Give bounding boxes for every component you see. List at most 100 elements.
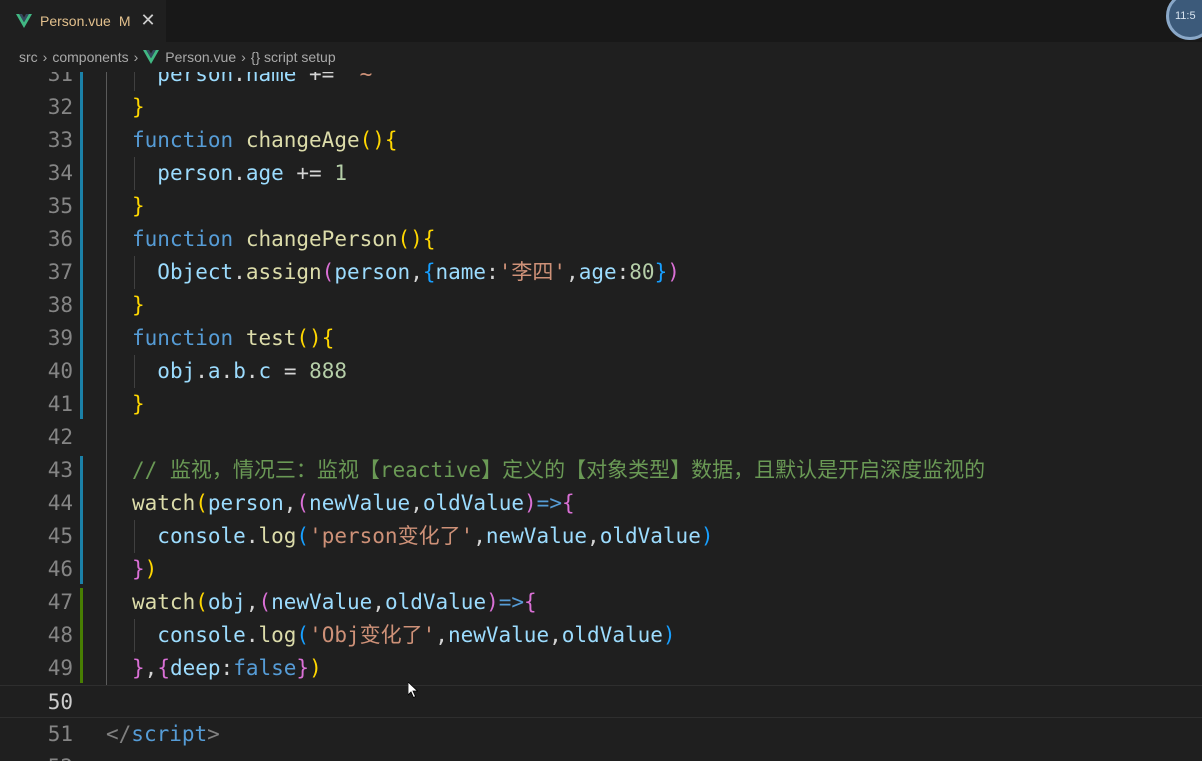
code-token: person (334, 260, 411, 284)
code-token: log (258, 524, 297, 548)
code-token: b (233, 359, 246, 383)
tab-person-vue[interactable]: Person.vue M ✕ (0, 0, 166, 42)
code-token: changePerson (245, 227, 398, 251)
code-token: c (258, 359, 272, 383)
code-token: oldValue (561, 623, 663, 647)
code-token: . (245, 359, 259, 383)
code-token: () (296, 326, 322, 350)
code-line[interactable]: 51 </script> (0, 718, 1202, 751)
code-text: obj.a.b.c = 888 (132, 355, 347, 388)
code-token: changeAge (245, 128, 360, 152)
code-line[interactable]: 49},{deep:false}) (0, 652, 1202, 685)
code-token: , (566, 260, 579, 284)
code-token: { (321, 326, 335, 350)
code-line[interactable]: 41} (0, 388, 1202, 421)
git-change-indicator[interactable] (80, 456, 83, 584)
code-token: ) (667, 260, 680, 284)
git-change-indicator[interactable] (80, 588, 83, 683)
code-token: : (220, 656, 234, 680)
code-token: watch (132, 491, 196, 515)
vue-icon (143, 50, 160, 64)
code-line[interactable]: 46}) (0, 553, 1202, 586)
code-token: , (587, 524, 600, 548)
code-line[interactable]: 34 person.age += 1 (0, 157, 1202, 190)
line-number: 32 (47, 95, 73, 119)
breadcrumb-components[interactable]: components (52, 49, 128, 65)
line-number: 45 (47, 524, 73, 548)
code-token: } (654, 260, 668, 284)
git-change-indicator[interactable] (80, 72, 83, 419)
code-token: ) (524, 491, 537, 515)
code-token: ( (321, 260, 335, 284)
code-token: person (157, 161, 234, 185)
code-line[interactable]: 40 obj.a.b.c = 888 (0, 355, 1202, 388)
avatar: 11:5 (1166, 0, 1202, 40)
code-token: deep (169, 656, 221, 680)
indent-guide (106, 72, 107, 685)
code-line[interactable]: 44 watch(person,(newValue,oldValue)=>{ (0, 487, 1202, 520)
line-number: 51 (47, 722, 73, 746)
code-editor[interactable]: 31 person.name += '~' 32} 33 function chang… (0, 72, 1202, 761)
code-text: function changeAge(){ (132, 124, 398, 157)
code-token: function (132, 227, 234, 251)
code-token: , (410, 260, 423, 284)
code-token: function (132, 326, 234, 350)
code-token: . (220, 359, 234, 383)
code-token: script (131, 722, 208, 746)
code-token: : (486, 260, 499, 284)
code-line[interactable]: 47 watch(obj,(newValue,oldValue)=>{ (0, 586, 1202, 619)
code-token: name (435, 260, 487, 284)
code-line[interactable]: 31 person.name += '~' (0, 72, 1202, 91)
code-token: 'Obj变化了' (309, 623, 436, 647)
code-token: } (132, 557, 145, 581)
code-token: , (410, 491, 423, 515)
code-token: . (245, 623, 259, 647)
breadcrumb-symbol[interactable]: {} script setup (251, 49, 336, 65)
code-line[interactable]: 38} (0, 289, 1202, 322)
code-line[interactable]: 37 Object.assign(person,{name:'李四',age:8… (0, 256, 1202, 289)
line-number: 37 (47, 260, 73, 284)
code-line[interactable]: 48 console.log('Obj变化了',newValue,oldValu… (0, 619, 1202, 652)
code-token: newValue (447, 623, 550, 647)
code-token: 80 (629, 260, 655, 284)
chevron-right-icon: › (42, 49, 48, 65)
code-token: ) (486, 590, 499, 614)
code-line[interactable]: 43 // 监视，情况三：监视【reactive】定义的【对象类型】数据，且默认是… (0, 454, 1202, 487)
close-icon[interactable]: ✕ (141, 12, 156, 30)
code-line[interactable]: 42 (0, 421, 1202, 454)
code-text: console.log('Obj变化了',newValue,oldValue) (132, 619, 675, 652)
code-token: , (144, 656, 158, 680)
chevron-right-icon: › (133, 49, 139, 65)
code-token: . (195, 359, 208, 383)
code-token: > (207, 722, 220, 746)
code-token: oldValue (599, 524, 701, 548)
code-token: newValue (309, 491, 411, 515)
line-number: 38 (47, 293, 73, 317)
code-token: Object (157, 260, 234, 284)
code-token: } (132, 656, 145, 680)
breadcrumb-file[interactable]: Person.vue (165, 49, 236, 65)
code-token: += (296, 72, 347, 86)
code-token: oldValue (384, 590, 487, 614)
code-token: => (536, 491, 562, 515)
code-line[interactable]: 45 console.log('person变化了',newValue,oldV… (0, 520, 1202, 553)
code-line[interactable]: 32} (0, 91, 1202, 124)
code-line[interactable]: 33 function changeAge(){ (0, 124, 1202, 157)
code-token: . (233, 72, 246, 86)
code-line[interactable]: 36 function changePerson(){ (0, 223, 1202, 256)
indent-guide (134, 157, 135, 190)
code-token: log (258, 623, 297, 647)
line-number: 48 (47, 623, 73, 647)
code-line[interactable]: 52 (0, 751, 1202, 761)
breadcrumb-src[interactable]: src (19, 49, 38, 65)
code-token: { (524, 590, 537, 614)
code-token: , (245, 590, 259, 614)
code-token: '李四' (498, 260, 567, 284)
code-token: , (372, 590, 385, 614)
code-token: { (422, 260, 436, 284)
code-line[interactable]: 35} (0, 190, 1202, 223)
code-line[interactable]: 39 function test(){ (0, 322, 1202, 355)
code-line[interactable]: 50 (0, 685, 1202, 718)
